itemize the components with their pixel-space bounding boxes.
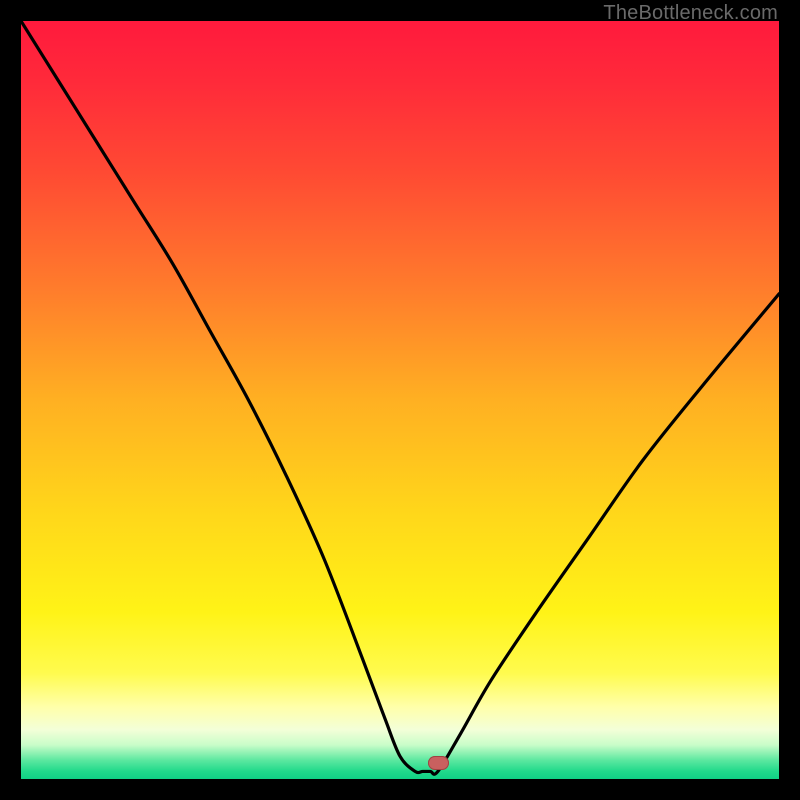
chart-frame: TheBottleneck.com	[0, 0, 800, 800]
optimal-point-marker	[428, 756, 449, 770]
bottleneck-curve	[21, 21, 779, 779]
plot-area	[21, 21, 779, 779]
watermark-text: TheBottleneck.com	[603, 2, 778, 25]
